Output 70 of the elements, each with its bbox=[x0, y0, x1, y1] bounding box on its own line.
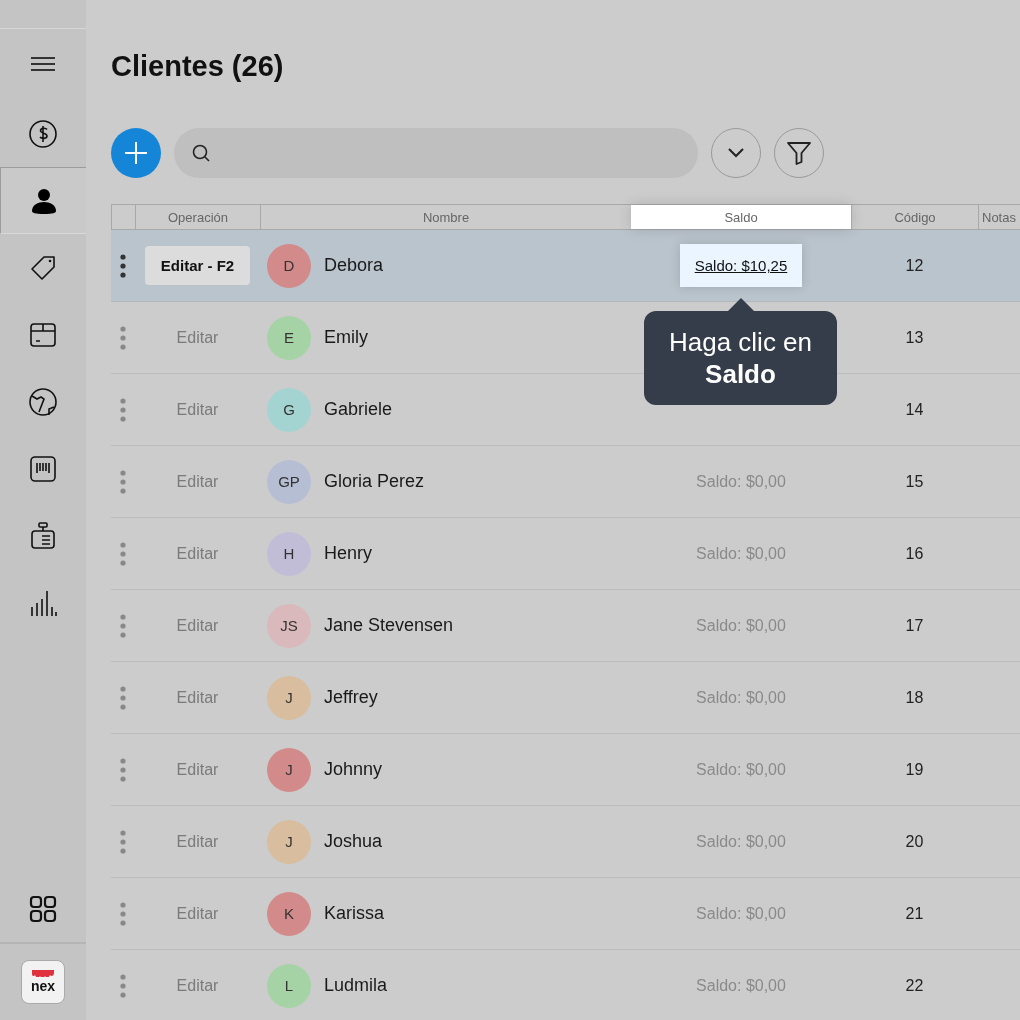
client-name: Gabriele bbox=[324, 399, 393, 420]
client-code: 17 bbox=[904, 616, 925, 635]
client-code: 19 bbox=[904, 760, 925, 779]
add-button[interactable] bbox=[111, 128, 161, 178]
balance-link[interactable]: Saldo: $10,25 bbox=[679, 244, 803, 287]
column-header[interactable]: Notas bbox=[978, 205, 1020, 229]
search-icon bbox=[192, 144, 210, 162]
chevron-down-icon bbox=[727, 148, 745, 158]
tooltip-pointer bbox=[727, 298, 754, 311]
client-code: 16 bbox=[904, 544, 925, 563]
avatar: J bbox=[267, 819, 311, 864]
client-name: Debora bbox=[324, 255, 384, 276]
nex-logo[interactable]: nex bbox=[21, 960, 65, 1004]
column-header[interactable]: Código bbox=[851, 205, 978, 229]
avatar: K bbox=[267, 891, 311, 936]
client-name: Gloria Perez bbox=[324, 471, 425, 492]
filter-icon bbox=[786, 140, 812, 166]
client-name: Johnny bbox=[324, 759, 383, 780]
avatar: GP bbox=[267, 459, 311, 504]
client-name: Henry bbox=[324, 543, 372, 564]
plus-icon bbox=[124, 141, 148, 165]
nav-item[interactable] bbox=[0, 167, 86, 234]
barcode-icon bbox=[29, 454, 57, 483]
column-header[interactable]: Operación bbox=[135, 205, 260, 229]
client-code: 13 bbox=[904, 328, 925, 347]
client-code: 21 bbox=[904, 904, 925, 923]
client-name: Jane Stevensen bbox=[324, 615, 454, 636]
client-code: 12 bbox=[904, 256, 925, 275]
balance-text: Saldo: $0,00 bbox=[696, 832, 786, 851]
client-name: Jeffrey bbox=[324, 687, 378, 708]
avatar: L bbox=[267, 963, 311, 1008]
edit-button[interactable]: Editar - F2 bbox=[144, 246, 251, 285]
client-code: 20 bbox=[904, 832, 925, 851]
page-title: Clientes (26) bbox=[111, 49, 284, 84]
client-name: Ludmila bbox=[324, 975, 388, 996]
client-code: 22 bbox=[904, 976, 925, 995]
client-code: 15 bbox=[904, 472, 925, 491]
client-name: Emily bbox=[324, 327, 368, 348]
balance-text: Saldo: $0,00 bbox=[696, 616, 786, 635]
column-header[interactable]: Saldo bbox=[631, 205, 851, 229]
tag-icon bbox=[29, 253, 57, 282]
cash-register-icon bbox=[29, 521, 57, 550]
avatar: H bbox=[267, 531, 311, 576]
table-row[interactable]: Editar - F2 D Debora Saldo: $10,25 12 bbox=[111, 230, 1020, 302]
balance-text: Saldo: $0,00 bbox=[696, 544, 786, 563]
balance-text: Saldo: $0,00 bbox=[696, 904, 786, 923]
balance-text: Saldo: $0,00 bbox=[696, 976, 786, 995]
balance-text: Saldo: $0,00 bbox=[696, 688, 786, 707]
balance-text: Saldo: $0,00 bbox=[696, 472, 786, 491]
search-field[interactable] bbox=[174, 128, 698, 178]
bar-chart-icon bbox=[29, 588, 57, 617]
avatar: G bbox=[267, 387, 311, 432]
balance-text: Saldo: $0,00 bbox=[696, 760, 786, 779]
client-name: Joshua bbox=[324, 831, 383, 852]
client-code: 18 bbox=[904, 688, 925, 707]
help-tooltip: Haga clic en Saldo bbox=[644, 311, 837, 405]
more-vertical-icon[interactable] bbox=[120, 253, 126, 278]
dollar-icon bbox=[29, 119, 57, 148]
avatar: J bbox=[267, 747, 311, 792]
avatar: J bbox=[267, 675, 311, 720]
client-name: Karissa bbox=[324, 903, 385, 924]
grid-icon bbox=[29, 894, 57, 923]
pie-chart-icon bbox=[29, 387, 57, 416]
avatar: D bbox=[267, 243, 311, 288]
person-icon bbox=[29, 186, 58, 215]
box-icon bbox=[29, 320, 57, 349]
client-code: 14 bbox=[904, 400, 925, 419]
avatar: E bbox=[267, 315, 311, 360]
avatar: JS bbox=[267, 603, 311, 648]
filter-button[interactable] bbox=[774, 128, 824, 178]
